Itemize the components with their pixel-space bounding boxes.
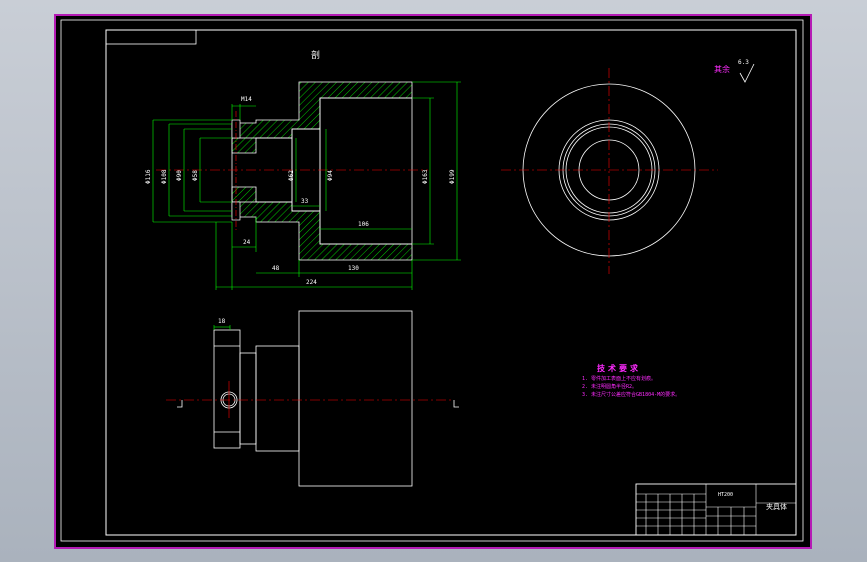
dim-48: 48 [272, 265, 280, 272]
tech-requirement-2: 2. 未注明圆角半径R2。 [582, 384, 638, 390]
roughness-symbol [739, 63, 755, 83]
dim-224: 224 [306, 279, 317, 286]
dim-d58: Φ58 [192, 170, 199, 181]
dim-24: 24 [243, 239, 251, 246]
tech-requirements-title: 技术要求 [597, 364, 641, 373]
section-label: 剖 [311, 51, 321, 61]
dim-m14: M14 [241, 96, 252, 103]
roughness-value: 6.3 [738, 59, 749, 66]
cad-viewport[interactable]: 剖 M14 Φ116 Φ108 Φ90 Φ58 Φ62 Φ94 Φ163 Φ19… [54, 14, 812, 549]
section-hatch-lower [231, 186, 413, 261]
roughness-label: 其余 [714, 65, 730, 74]
dim-d199: Φ199 [449, 169, 456, 184]
dim-106: 106 [358, 221, 369, 228]
dim-d163: Φ163 [422, 169, 429, 184]
dim-d116: Φ116 [145, 169, 152, 184]
dim-d62: Φ62 [288, 170, 295, 181]
title-block-part-name: 夹具体 [766, 503, 787, 511]
dim-33: 33 [301, 198, 309, 205]
end-view [501, 68, 718, 274]
tech-requirement-3: 3. 未注尺寸公差应符合GB1804-M的要求。 [582, 392, 681, 398]
section-view [152, 81, 461, 290]
dim-d94: Φ94 [327, 170, 334, 181]
sheet-inner-frame [105, 29, 797, 536]
dim-130: 130 [348, 265, 359, 272]
dim-d90: Φ90 [176, 170, 183, 181]
dim-d108: Φ108 [161, 169, 168, 184]
corner-label-box [105, 29, 197, 45]
tech-requirement-1: 1. 零件加工表面上不应有划痕。 [582, 376, 657, 382]
section-hatch-upper [231, 81, 413, 154]
bottom-view [166, 310, 459, 487]
cad-drawing [60, 19, 804, 542]
dim-18: 18 [218, 318, 226, 325]
title-block-material: HT200 [718, 492, 734, 498]
